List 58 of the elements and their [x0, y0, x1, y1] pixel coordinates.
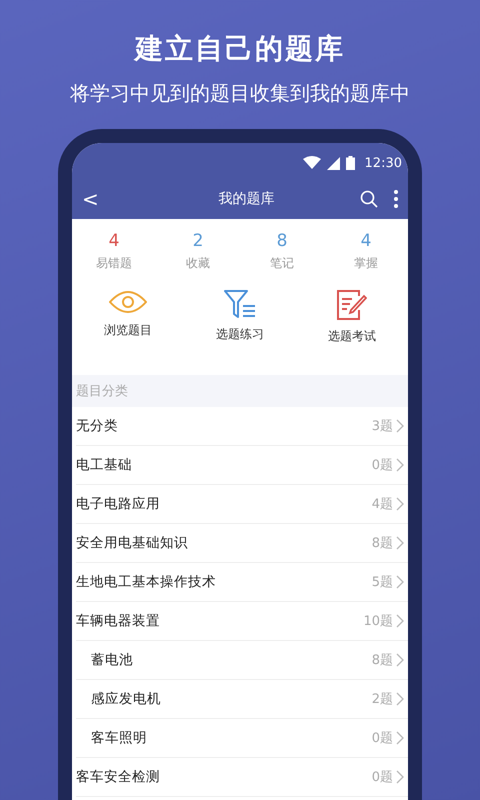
chevron-icon: [396, 458, 404, 472]
question-count: 8题: [372, 535, 393, 552]
chevron-icon: [396, 692, 404, 706]
action-label[interactable]: 选题练习: [216, 326, 264, 343]
category-row[interactable]: 车辆电器装置 10题: [76, 602, 408, 641]
category-row[interactable]: 客车照明 0题: [76, 719, 408, 758]
chevron-icon: [396, 536, 404, 550]
chevron-icon: [396, 614, 404, 628]
back-button[interactable]: <: [78, 187, 103, 211]
question-count: 10题: [363, 613, 393, 630]
battery-icon: [346, 156, 355, 170]
question-count: 4题: [372, 496, 393, 513]
chevron-icon: [396, 770, 404, 784]
question-count: 3题: [372, 418, 393, 435]
category-row[interactable]: 生地电工基本操作技术 5题: [76, 563, 408, 602]
chevron-icon: [396, 653, 404, 667]
section-title: 题目分类: [76, 383, 128, 400]
chevron-icon: [396, 575, 404, 589]
category-name: 安全用电基础知识: [76, 534, 189, 552]
question-count: 2题: [372, 691, 393, 708]
filter-icon[interactable]: [224, 290, 256, 318]
stat-count[interactable]: 4: [108, 231, 120, 251]
page-title: 我的题库: [217, 190, 276, 208]
headline: 建立自己的题库: [135, 31, 345, 67]
question-count: 5题: [372, 574, 393, 591]
category-row[interactable]: 感应发电机 2题: [76, 680, 408, 719]
exam-icon[interactable]: [337, 290, 367, 320]
category-name: 感应发电机: [91, 690, 162, 708]
question-count: 8题: [372, 652, 393, 669]
signal-icon: [326, 156, 340, 170]
category-row[interactable]: 无分类 3题: [76, 407, 408, 446]
question-count: 0题: [372, 769, 393, 786]
category-row[interactable]: 安全用电基础知识 8题: [76, 524, 408, 563]
more-icon[interactable]: [394, 190, 398, 208]
chevron-icon: [396, 419, 404, 433]
category-row[interactable]: 客车安全检测 0题: [76, 758, 408, 797]
wifi-icon: [302, 156, 321, 170]
eye-icon[interactable]: [109, 290, 147, 314]
category-name: 电子电路应用: [76, 495, 161, 513]
question-count: 0题: [372, 730, 393, 747]
search-icon[interactable]: [360, 190, 378, 208]
action-label[interactable]: 浏览题目: [104, 322, 152, 339]
action-label[interactable]: 选题考试: [328, 328, 376, 345]
clock: 12:30: [364, 156, 402, 170]
question-count: 0题: [372, 457, 393, 474]
category-name: 生地电工基本操作技术: [76, 573, 217, 591]
chevron-icon: [396, 731, 404, 745]
subtitle: 将学习中见到的题目收集到我的题库中: [70, 80, 410, 107]
category-name: 车辆电器装置: [76, 612, 161, 630]
category-name: 无分类: [76, 417, 119, 435]
category-row[interactable]: 电工基础 0题: [76, 446, 408, 485]
chevron-icon: [396, 497, 404, 511]
category-row[interactable]: 蓄电池 8题: [76, 641, 408, 680]
category-name: 客车安全检测: [76, 768, 161, 786]
category-name: 客车照明: [91, 729, 148, 747]
category-row[interactable]: 电子电路应用 4题: [76, 485, 408, 524]
category-name: 蓄电池: [91, 651, 134, 669]
category-name: 电工基础: [76, 456, 133, 474]
